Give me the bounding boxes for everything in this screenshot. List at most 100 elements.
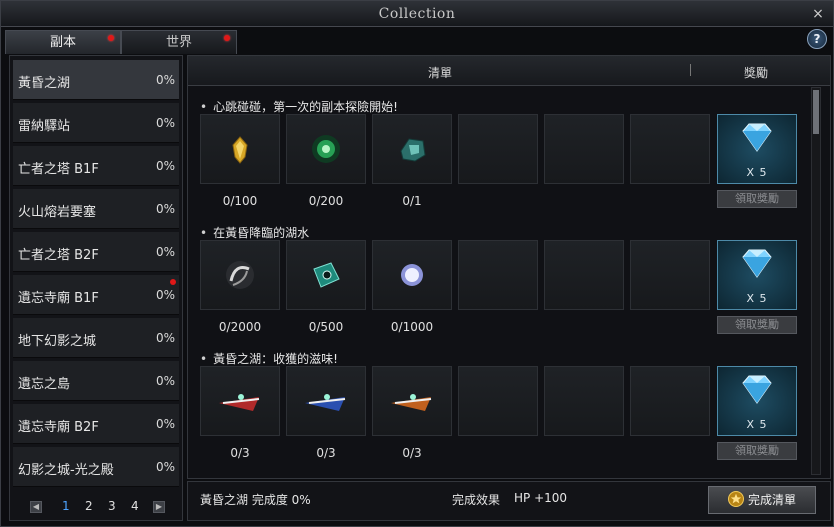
collection-panel: 清單 獎勵 心跳碰碰，第一次的副本探險開始! 0/100 0/200 0/1: [187, 55, 831, 479]
page-1-link[interactable]: 1: [62, 499, 70, 513]
item-slot[interactable]: [200, 240, 280, 310]
item-count: 0/200: [308, 194, 344, 208]
dungeon-progress: 0%: [155, 73, 175, 87]
item-count: 0/3: [316, 446, 336, 460]
title-bar[interactable]: Collection ×: [1, 1, 833, 27]
blue-diamond-icon: [742, 249, 772, 278]
dungeon-item[interactable]: 亡者之塔 B2F 0%: [13, 232, 179, 272]
empty-slot: [458, 240, 538, 310]
list-scrollbar[interactable]: [811, 87, 821, 475]
dungeon-item[interactable]: 雷納驛站 0%: [13, 103, 179, 143]
empty-slot: [630, 114, 710, 184]
empty-slot: [630, 240, 710, 310]
window-title: Collection: [378, 6, 456, 22]
dungeon-progress: 0%: [155, 159, 175, 173]
effect-value: HP +100: [514, 491, 568, 505]
dungeon-name: 黃昏之湖: [18, 76, 71, 91]
dungeon-name: 遺忘寺廟 B1F: [18, 291, 99, 306]
empty-slot: [458, 114, 538, 184]
dungeon-progress: 0%: [155, 288, 175, 302]
dungeon-name: 火山熔岩要塞: [18, 205, 97, 220]
list-column-header: 清單: [428, 66, 453, 80]
page-3-link[interactable]: 3: [108, 499, 116, 513]
dungeon-item[interactable]: 遺忘寺廟 B2F 0%: [13, 404, 179, 444]
complete-list-button[interactable]: 完成清單: [708, 486, 816, 514]
reward-column-header: 獎勵: [744, 66, 769, 80]
reward-slot[interactable]: X 5: [717, 240, 797, 310]
page-4-link[interactable]: 4: [131, 499, 139, 513]
item-slot[interactable]: [372, 366, 452, 436]
reward-slot[interactable]: X 5: [717, 114, 797, 184]
dungeon-progress: 0%: [155, 116, 175, 130]
white-gem-icon: [401, 264, 423, 286]
section-title: 心跳碰碰，第一次的副本探險開始!: [200, 98, 398, 115]
item-count: 0/2000: [218, 320, 262, 334]
dungeon-progress: 0%: [155, 417, 175, 431]
reward-quantity: X 5: [746, 292, 768, 305]
claim-reward-button[interactable]: 領取獎勵: [717, 316, 797, 334]
next-page-icon[interactable]: ▶: [153, 501, 165, 513]
complete-list-label: 完成清單: [747, 493, 796, 507]
dungeon-name: 亡者之塔 B2F: [18, 248, 99, 263]
item-slot[interactable]: [200, 114, 280, 184]
collection-window: Collection × 副本 世界 ? 黃昏之湖 0% 雷納驛站 0% 亡者之…: [0, 0, 834, 527]
dungeon-item[interactable]: 黃昏之湖 0%: [13, 60, 179, 100]
dungeon-item[interactable]: 遺忘寺廟 B1F 0%: [13, 275, 179, 315]
tab-world-label: 世界: [165, 35, 192, 50]
item-count: 0/3: [402, 446, 422, 460]
blue-wing-blade-icon: [305, 394, 346, 411]
footer-bar: 黃昏之湖 完成度 0% 完成效果 HP +100 完成清單: [187, 481, 831, 521]
blue-diamond-icon: [742, 123, 772, 152]
scroll-thumb[interactable]: [813, 90, 819, 134]
empty-slot: [544, 366, 624, 436]
dungeon-progress: 0%: [155, 374, 175, 388]
dungeon-progress: 0%: [155, 202, 175, 216]
claim-reward-button[interactable]: 領取獎勵: [717, 190, 797, 208]
reward-quantity: X 5: [746, 166, 768, 179]
item-count: 0/100: [222, 194, 258, 208]
reward-slot[interactable]: X 5: [717, 366, 797, 436]
dungeon-name: 幻影之城-光之殿: [18, 463, 114, 478]
teal-gem-icon: [313, 262, 340, 288]
item-slot[interactable]: [286, 114, 366, 184]
silver-swirl-icon: [226, 261, 254, 289]
page-2-link[interactable]: 2: [85, 499, 93, 513]
green-orb-icon: [312, 135, 340, 163]
dungeon-progress: 0%: [155, 245, 175, 259]
empty-slot: [544, 240, 624, 310]
item-slot[interactable]: [200, 366, 280, 436]
dungeon-name: 遺忘之島: [18, 377, 71, 392]
dungeon-item[interactable]: 遺忘之島 0%: [13, 361, 179, 401]
completion-status: 黃昏之湖 完成度 0%: [200, 493, 311, 507]
collection-section: 在黃昏降臨的湖水 0/2000 0/500 0/1000 X 5 領取獎勵: [200, 224, 800, 346]
empty-slot: [630, 366, 710, 436]
teal-ore-icon: [400, 138, 426, 162]
effect-label: 完成效果: [452, 493, 501, 507]
alert-dot-icon: [108, 35, 114, 41]
tab-world[interactable]: 世界: [121, 30, 237, 54]
dungeon-item[interactable]: 火山熔岩要塞 0%: [13, 189, 179, 229]
dungeon-item[interactable]: 地下幻影之城 0%: [13, 318, 179, 358]
header-divider: [690, 64, 691, 76]
orange-wing-blade-icon: [391, 394, 432, 411]
dungeon-item[interactable]: 幻影之城-光之殿 0%: [13, 447, 179, 487]
help-button[interactable]: ?: [807, 29, 827, 49]
item-count: 0/500: [308, 320, 344, 334]
alert-dot-icon: [170, 279, 176, 285]
item-slot[interactable]: [286, 366, 366, 436]
dungeon-list: 黃昏之湖 0% 雷納驛站 0% 亡者之塔 B1F 0% 火山熔岩要塞 0% 亡者…: [9, 55, 183, 521]
section-title: 黃昏之湖：收獲的滋味!: [200, 350, 338, 367]
claim-reward-button[interactable]: 領取獎勵: [717, 442, 797, 460]
dungeon-item[interactable]: 亡者之塔 B1F 0%: [13, 146, 179, 186]
close-button[interactable]: ×: [809, 5, 827, 23]
tab-dungeon[interactable]: 副本: [5, 30, 121, 54]
empty-slot: [458, 366, 538, 436]
dungeon-name: 遺忘寺廟 B2F: [18, 420, 99, 435]
item-slot[interactable]: [372, 240, 452, 310]
item-slot[interactable]: [286, 240, 366, 310]
item-slot[interactable]: [372, 114, 452, 184]
collection-section: 黃昏之湖：收獲的滋味! 0/3 0/3 0/3 X 5 領取獎勵: [200, 350, 800, 472]
blue-diamond-icon: [742, 375, 772, 404]
prev-page-icon[interactable]: ◀: [30, 501, 42, 513]
tab-dungeon-label: 副本: [49, 35, 76, 50]
